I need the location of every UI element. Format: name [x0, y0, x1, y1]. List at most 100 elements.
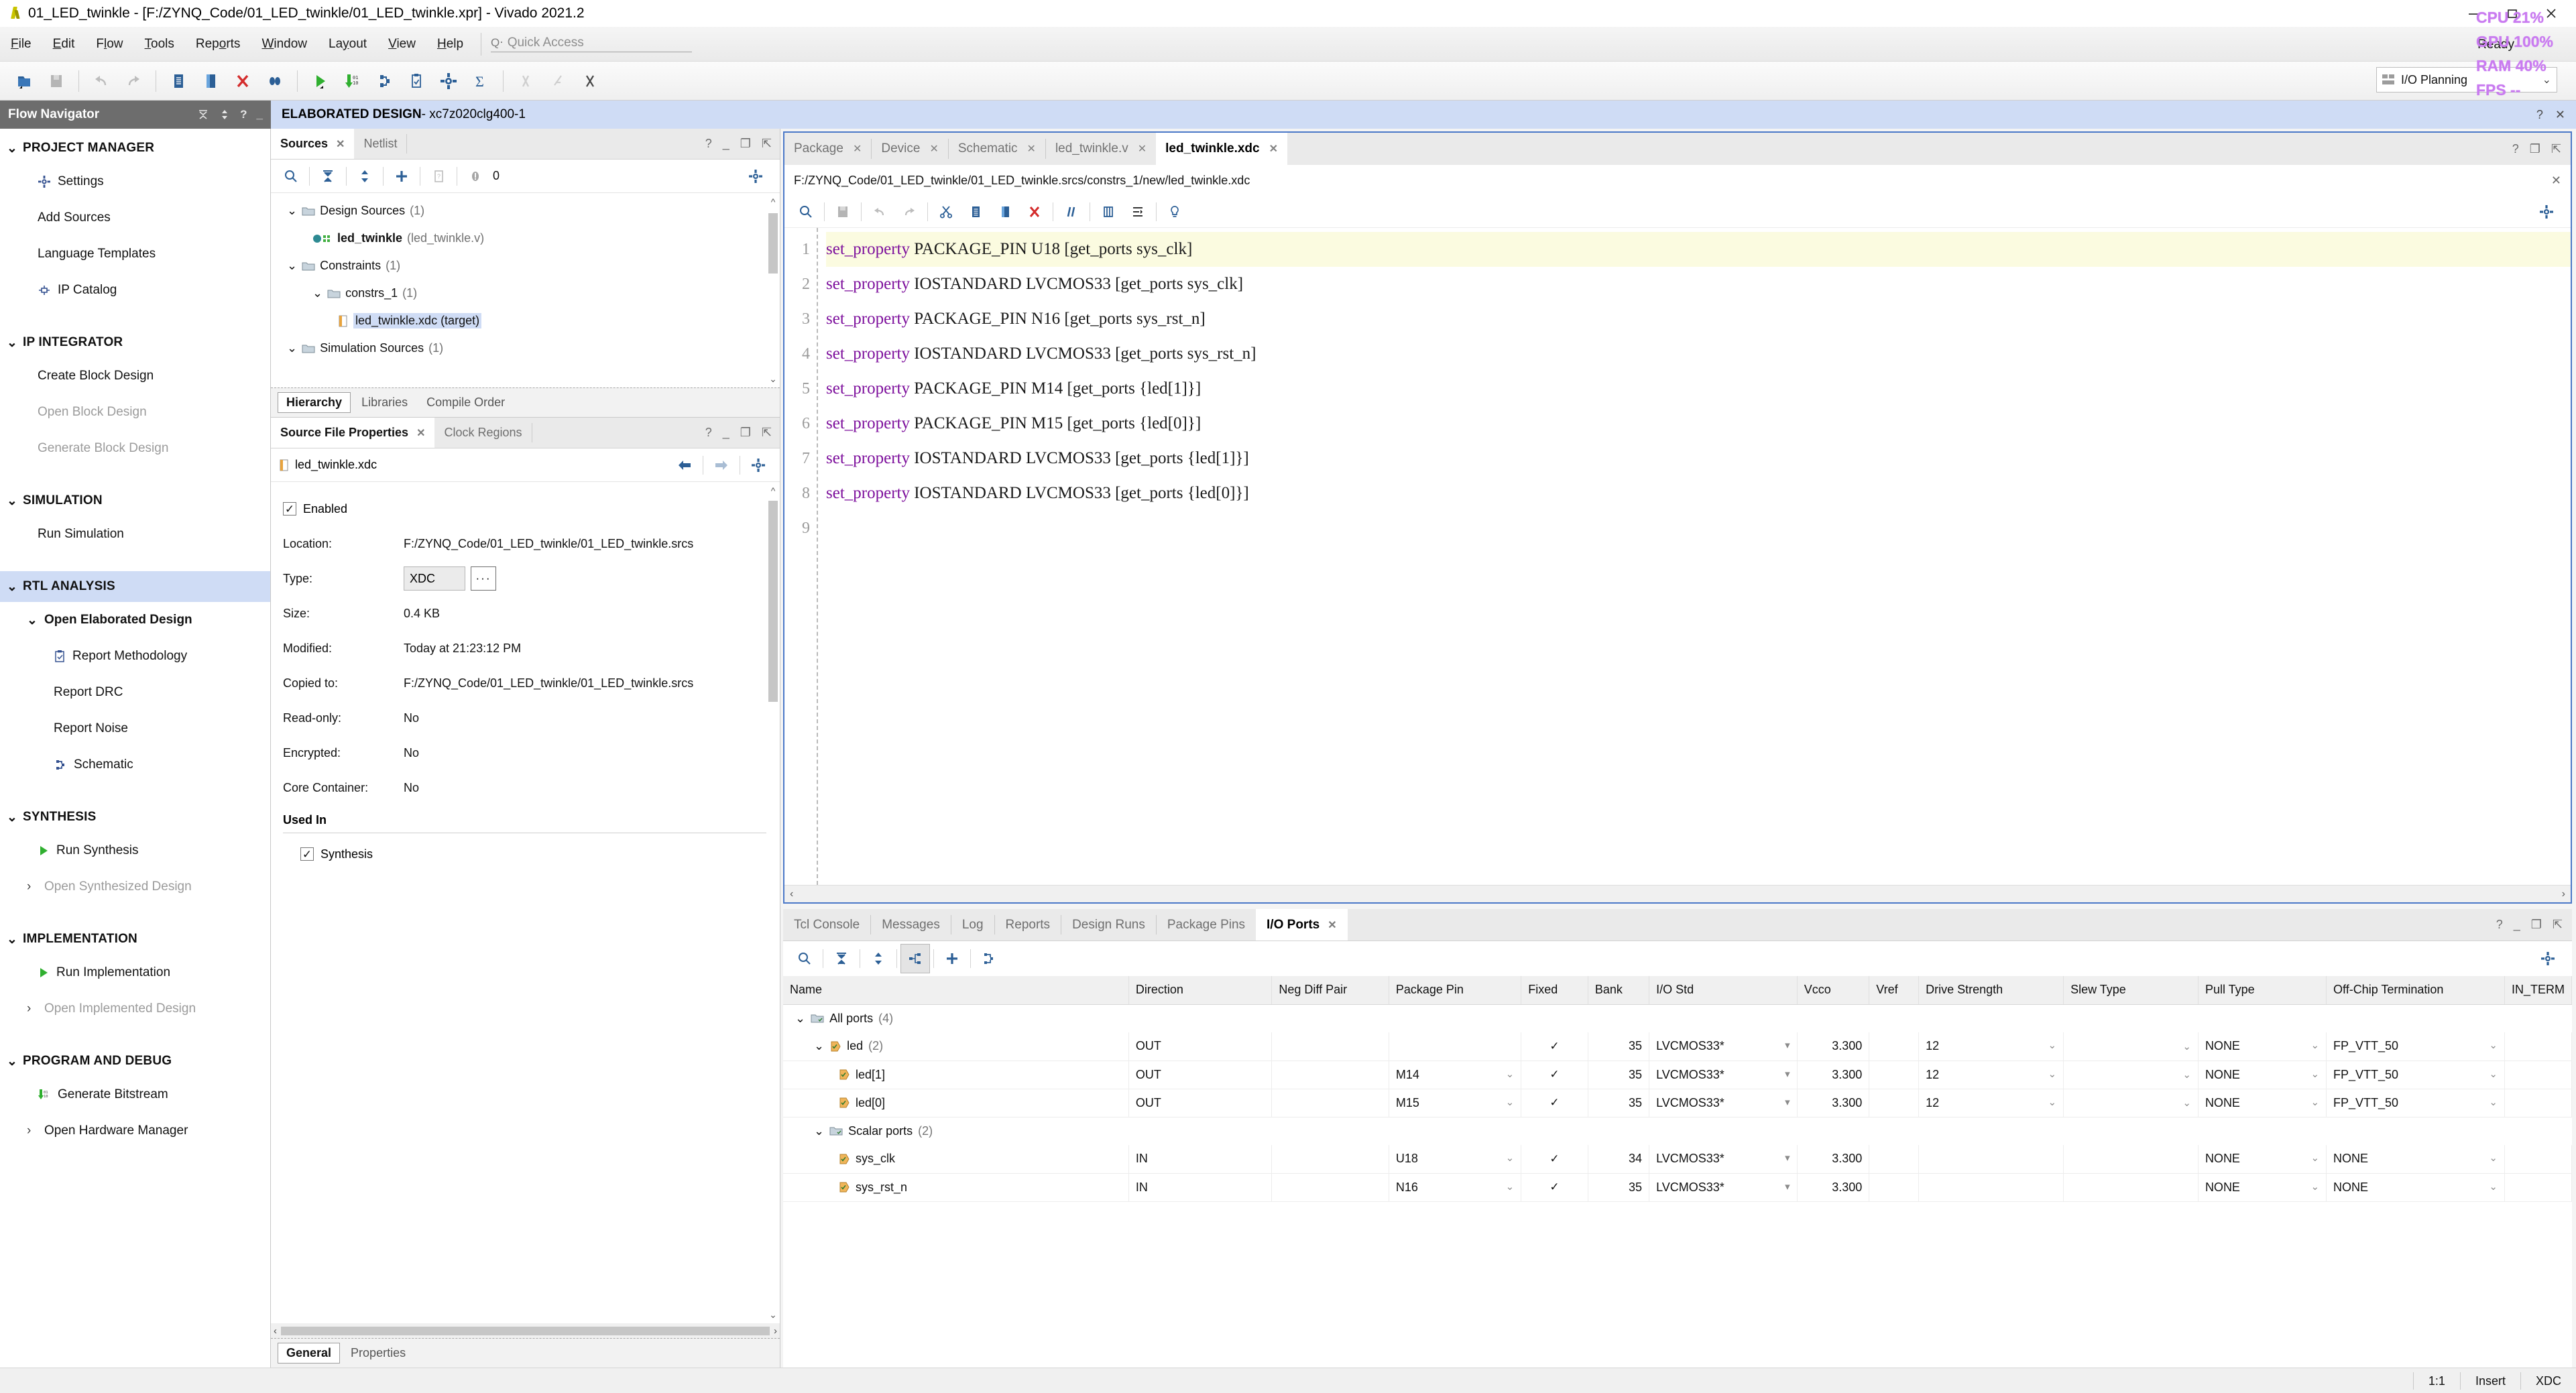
- generate-bitstream-icon[interactable]: 01 10: [336, 65, 368, 97]
- menu-reports[interactable]: Reports: [185, 27, 251, 62]
- editor-tab-led-twinkle-xdc[interactable]: led_twinkle.xdc ✕: [1156, 133, 1287, 165]
- help-icon[interactable]: ?: [705, 426, 712, 440]
- table-row[interactable]: sys_clk IN U18 ⌄ ✓ 34 LVCMOS33* ▾ 3.300: [783, 1145, 2572, 1174]
- cell-name[interactable]: led[0]: [783, 1089, 1129, 1117]
- table-row[interactable]: led[1] OUT M14 ⌄ ✓ 35 LVCMOS33* ▾ 3.300: [783, 1061, 2572, 1089]
- close-icon[interactable]: ✕: [1138, 142, 1147, 156]
- cell-in-term[interactable]: [2504, 1061, 2572, 1089]
- menu-layout[interactable]: Layout: [318, 27, 377, 62]
- search-icon[interactable]: [791, 197, 821, 227]
- cell-slew-type[interactable]: ⌄: [2063, 1061, 2199, 1089]
- cell-neg-diff-pair[interactable]: [1271, 1061, 1389, 1089]
- tree-row-constrs-1[interactable]: ⌄ constrs_1 (1): [271, 280, 780, 307]
- cell-vref[interactable]: [1869, 1032, 1920, 1061]
- synthesis-checkbox[interactable]: [300, 847, 314, 861]
- minimize-icon[interactable]: _: [257, 108, 263, 121]
- back-arrow-icon[interactable]: [670, 450, 699, 480]
- cell-io-std[interactable]: LVCMOS33* ▾: [1649, 1089, 1798, 1117]
- code-line[interactable]: set_property IOSTANDARD LVCMOS33 [get_po…: [826, 476, 2571, 511]
- cell-direction[interactable]: IN: [1128, 1145, 1273, 1174]
- cell-package-pin[interactable]: [1389, 1032, 1522, 1061]
- cell-neg-diff-pair[interactable]: [1271, 1032, 1389, 1061]
- cell-vcco[interactable]: 3.300: [1797, 1032, 1870, 1061]
- col-vcco[interactable]: Vcco: [1797, 976, 1870, 1005]
- close-icon[interactable]: ✕: [1027, 142, 1036, 156]
- flow-item-open-synthesized-design[interactable]: › Open Synthesized Design: [0, 869, 270, 905]
- maximize-icon[interactable]: ❐: [2530, 142, 2540, 156]
- add-icon[interactable]: [937, 944, 967, 973]
- gear-icon[interactable]: [741, 162, 770, 191]
- code-line[interactable]: set_property PACKAGE_PIN N16 [get_ports …: [826, 302, 2571, 337]
- cell-direction[interactable]: OUT: [1128, 1061, 1273, 1089]
- cell-fixed[interactable]: ✓: [1521, 1089, 1588, 1117]
- code-line[interactable]: set_property PACKAGE_PIN M15 [get_ports …: [826, 406, 2571, 441]
- scroll-up-icon[interactable]: ^: [768, 485, 778, 497]
- collapse-all-icon[interactable]: [197, 109, 209, 121]
- table-row[interactable]: sys_rst_n IN N16 ⌄ ✓ 35 LVCMOS33* ▾ 3.300: [783, 1173, 2572, 1202]
- minimize-icon[interactable]: _: [723, 426, 729, 440]
- cell-package-pin[interactable]: M14 ⌄: [1389, 1061, 1522, 1089]
- float-icon[interactable]: ⇱: [762, 137, 772, 151]
- code-line[interactable]: set_property IOSTANDARD LVCMOS33 [get_po…: [826, 441, 2571, 476]
- gear-icon[interactable]: [2533, 944, 2563, 973]
- save-icon[interactable]: [40, 65, 72, 97]
- flow-item-report-noise[interactable]: Report Noise: [0, 711, 270, 747]
- cell-in-term[interactable]: [2504, 1032, 2572, 1061]
- cell-pull-type[interactable]: NONE ⌄: [2198, 1145, 2327, 1174]
- cell-neg-diff-pair[interactable]: [1271, 1089, 1389, 1117]
- cell-vref[interactable]: [1869, 1061, 1920, 1089]
- tree-row-design-sources[interactable]: ⌄ Design Sources (1): [271, 197, 780, 225]
- add-sources-icon[interactable]: [387, 162, 416, 191]
- undo-icon[interactable]: [865, 197, 894, 227]
- paste-icon[interactable]: [990, 197, 1020, 227]
- menu-window[interactable]: Window: [251, 27, 318, 62]
- scroll-right-icon[interactable]: ›: [774, 1325, 777, 1337]
- search-replace-icon[interactable]: [259, 65, 291, 97]
- chevron-down-icon[interactable]: ⌄: [795, 1012, 805, 1026]
- gear-icon[interactable]: [744, 450, 773, 480]
- schematic-icon[interactable]: [368, 65, 400, 97]
- sources-scrollbar[interactable]: ^ ⌄: [768, 196, 778, 385]
- cell-name[interactable]: sys_rst_n: [783, 1173, 1129, 1202]
- table-row[interactable]: led[0] OUT M15 ⌄ ✓ 35 LVCMOS33* ▾ 3.300: [783, 1089, 2572, 1117]
- flow-item-report-methodology[interactable]: Report Methodology: [0, 638, 270, 674]
- col-pull-type[interactable]: Pull Type: [2198, 976, 2327, 1005]
- scroll-left-icon[interactable]: ‹: [274, 1325, 277, 1337]
- close-icon[interactable]: ✕: [2551, 174, 2561, 188]
- cell-off-chip-termination[interactable]: FP_VTT_50 ⌄: [2326, 1089, 2505, 1117]
- cell-bank[interactable]: 35: [1588, 1032, 1650, 1061]
- subtab-general[interactable]: General: [278, 1343, 341, 1364]
- cell-fixed[interactable]: ✓: [1521, 1032, 1588, 1061]
- properties-hscrollbar[interactable]: ‹ ›: [271, 1323, 780, 1338]
- cell-name[interactable]: ⌄ All ports (4): [783, 1004, 1128, 1032]
- flow-item-add-sources[interactable]: Add Sources: [0, 200, 270, 236]
- col-slew-type[interactable]: Slew Type: [2063, 976, 2199, 1005]
- cell-direction[interactable]: IN: [1128, 1173, 1273, 1202]
- forward-arrow-icon[interactable]: [707, 450, 736, 480]
- cell-slew-type[interactable]: ⌄: [2063, 1032, 2199, 1061]
- col-neg-diff-pair[interactable]: Neg Diff Pair: [1271, 976, 1389, 1005]
- cell-slew-type[interactable]: [2063, 1145, 2199, 1174]
- message-count-icon[interactable]: [461, 162, 490, 191]
- close-button[interactable]: [2532, 0, 2571, 27]
- cell-drive-strength[interactable]: [1918, 1145, 2064, 1174]
- scroll-down-icon[interactable]: ⌄: [768, 1309, 778, 1321]
- cell-vcco[interactable]: 3.300: [1797, 1061, 1870, 1089]
- flow-group-program-and-debug[interactable]: ⌄ PROGRAM AND DEBUG: [0, 1046, 270, 1077]
- flow-item-open-hardware-manager[interactable]: › Open Hardware Manager: [0, 1113, 270, 1149]
- cell-vref[interactable]: [1869, 1089, 1920, 1117]
- subtab-hierarchy[interactable]: Hierarchy: [278, 392, 351, 413]
- float-icon[interactable]: ⇱: [2553, 918, 2563, 932]
- menu-view[interactable]: View: [377, 27, 426, 62]
- search-icon[interactable]: [276, 162, 306, 191]
- cell-name[interactable]: ⌄ Scalar ports (2): [783, 1117, 1128, 1145]
- cell-io-std[interactable]: LVCMOS33* ▾: [1649, 1145, 1798, 1174]
- col-bank[interactable]: Bank: [1588, 976, 1650, 1005]
- code-lines[interactable]: set_property PACKAGE_PIN U18 [get_ports …: [817, 228, 2571, 885]
- delete-icon[interactable]: [1020, 197, 1049, 227]
- close-icon[interactable]: ✕: [853, 142, 862, 156]
- cell-drive-strength[interactable]: 12 ⌄: [1918, 1061, 2064, 1089]
- menu-edit[interactable]: Edit: [42, 27, 86, 62]
- cell-fixed[interactable]: ✓: [1521, 1061, 1588, 1089]
- expand-all-icon[interactable]: [350, 162, 379, 191]
